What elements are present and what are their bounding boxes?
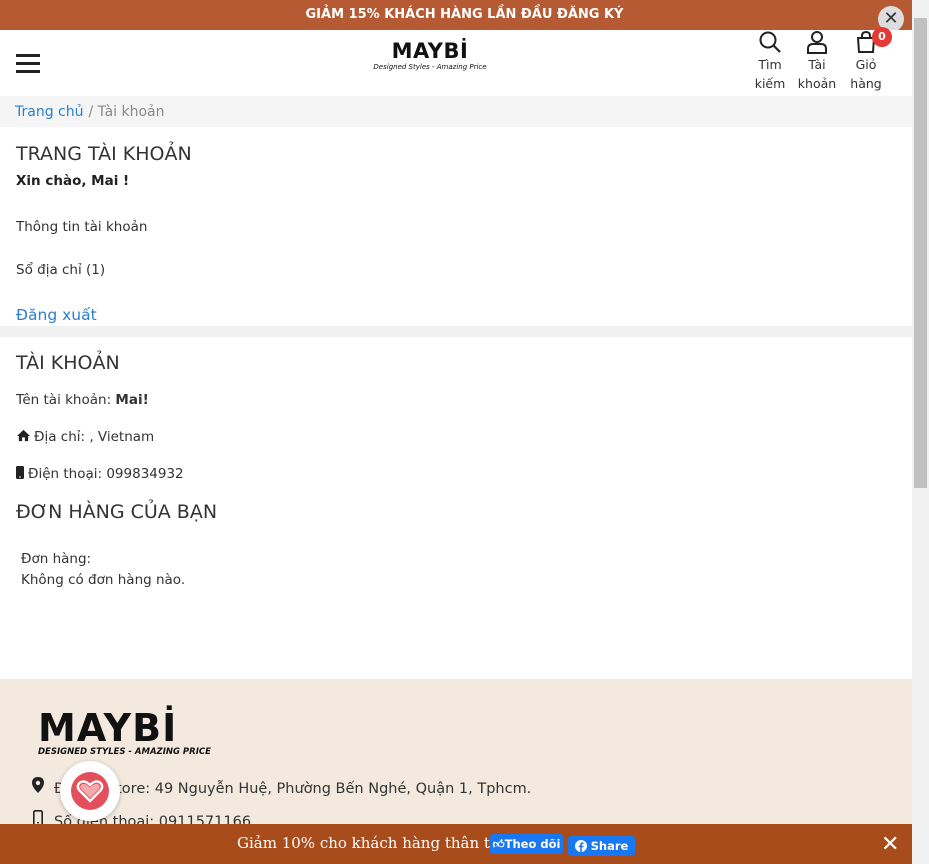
share-label: Share <box>590 839 629 853</box>
site-footer: MAYBİ DESIGNED STYLES - AMAZING PRICE Đị… <box>0 679 912 830</box>
username-label: Tên tài khoản: <box>16 392 116 408</box>
account-label-2: khoản <box>797 76 837 91</box>
site-header: MAYBİ Designed Styles - Amazing Price Tì… <box>0 27 912 96</box>
username-value: Mai! <box>115 392 149 408</box>
facebook-share-button[interactable]: Share <box>568 836 635 856</box>
follow-label: Theo dõi <box>504 837 561 851</box>
user-icon <box>807 31 827 54</box>
address-book-link[interactable]: Sổ địa chỉ (1) <box>16 262 105 278</box>
site-logo[interactable]: MAYBİ Designed Styles - Amazing Price <box>368 40 492 72</box>
account-button[interactable]: Tài khoản <box>795 30 839 94</box>
home-icon <box>17 429 30 442</box>
cart-count-badge: 0 <box>872 27 892 47</box>
breadcrumb-home-link[interactable]: Trang chủ <box>15 104 83 120</box>
logo-text: MAYBİ <box>391 39 469 63</box>
cart-label-1: Giỏ <box>855 57 877 72</box>
page-title: TRANG TÀI KHOẢN <box>16 143 192 165</box>
greeting: Xin chào, Mai ! <box>16 173 130 189</box>
footer-logo-text: MAYBİ <box>38 706 178 750</box>
address-text: Địa chỉ: , Vietnam <box>34 429 155 445</box>
footer-logo-tagline: DESIGNED STYLES - AMAZING PRICE <box>38 747 211 757</box>
page-scrollbar[interactable] <box>912 0 929 864</box>
section-divider <box>0 326 912 337</box>
cart-button[interactable]: 0 Giỏ hàng <box>844 27 892 94</box>
search-icon <box>759 31 781 53</box>
promo-text: GIẢM 15% KHÁCH HÀNG LẦN ĐẦU ĐĂNG KÝ <box>305 7 624 22</box>
account-details-title: TÀI KHOẢN <box>16 352 120 374</box>
phone-text: Điện thoại: 099834932 <box>28 466 184 482</box>
promo-banner: GIẢM 15% KHÁCH HÀNG LẦN ĐẦU ĐĂNG KÝ <box>0 0 929 30</box>
account-info-link[interactable]: Thông tin tài khoản <box>16 219 147 235</box>
bottom-promo-text: Giảm 10% cho khách hàng thân thiết <box>237 834 520 852</box>
orders-title: ĐƠN HÀNG CỦA BẠN <box>16 501 218 523</box>
wishlist-circle <box>71 772 109 810</box>
account-menu-section: TRANG TÀI KHOẢN Xin chào, Mai ! Thông ti… <box>0 127 912 326</box>
orders-label: Đơn hàng: <box>21 551 92 567</box>
account-label-1: Tài <box>808 57 826 72</box>
logo-tagline: Designed Styles - Amazing Price <box>373 63 487 71</box>
logout-link[interactable]: Đăng xuất <box>16 306 97 324</box>
location-pin-icon <box>32 777 44 793</box>
bottom-promo-bar: Giảm 10% cho khách hàng thân thiết 👍︎The… <box>0 824 912 864</box>
cart-label-2: hàng <box>850 76 882 91</box>
footer-logo[interactable]: MAYBİ DESIGNED STYLES - AMAZING PRICE <box>38 709 211 757</box>
wishlist-floating-button[interactable] <box>60 761 120 821</box>
thumbs-up-icon: 👍︎ <box>492 837 505 851</box>
mobile-phone-icon <box>16 466 24 479</box>
menu-icon[interactable] <box>16 54 40 73</box>
footer-address-text: Địa chỉ store: 49 Nguyễn Huệ, Phường Bến… <box>54 781 532 797</box>
search-label-2: kiếm <box>754 76 786 91</box>
orders-empty-message: Không có đơn hàng nào. <box>21 572 186 588</box>
scrollbar-thumb[interactable] <box>914 18 927 488</box>
username-row: Tên tài khoản: Mai! <box>16 392 149 408</box>
search-button[interactable]: Tìm kiếm <box>748 30 792 94</box>
search-label-1: Tìm <box>758 57 782 72</box>
facebook-icon <box>574 840 587 852</box>
heart-icon <box>76 780 104 803</box>
breadcrumb-current: / Tài khoản <box>88 104 165 120</box>
address-row: Địa chỉ: , Vietnam <box>16 429 154 445</box>
phone-row: Điện thoại: 099834932 <box>16 466 184 482</box>
facebook-follow-button[interactable]: 👍︎Theo dõi <box>490 834 563 854</box>
breadcrumb: Trang chủ / Tài khoản <box>0 96 912 127</box>
bottom-bar-close-button[interactable]: ✕ <box>881 832 899 857</box>
